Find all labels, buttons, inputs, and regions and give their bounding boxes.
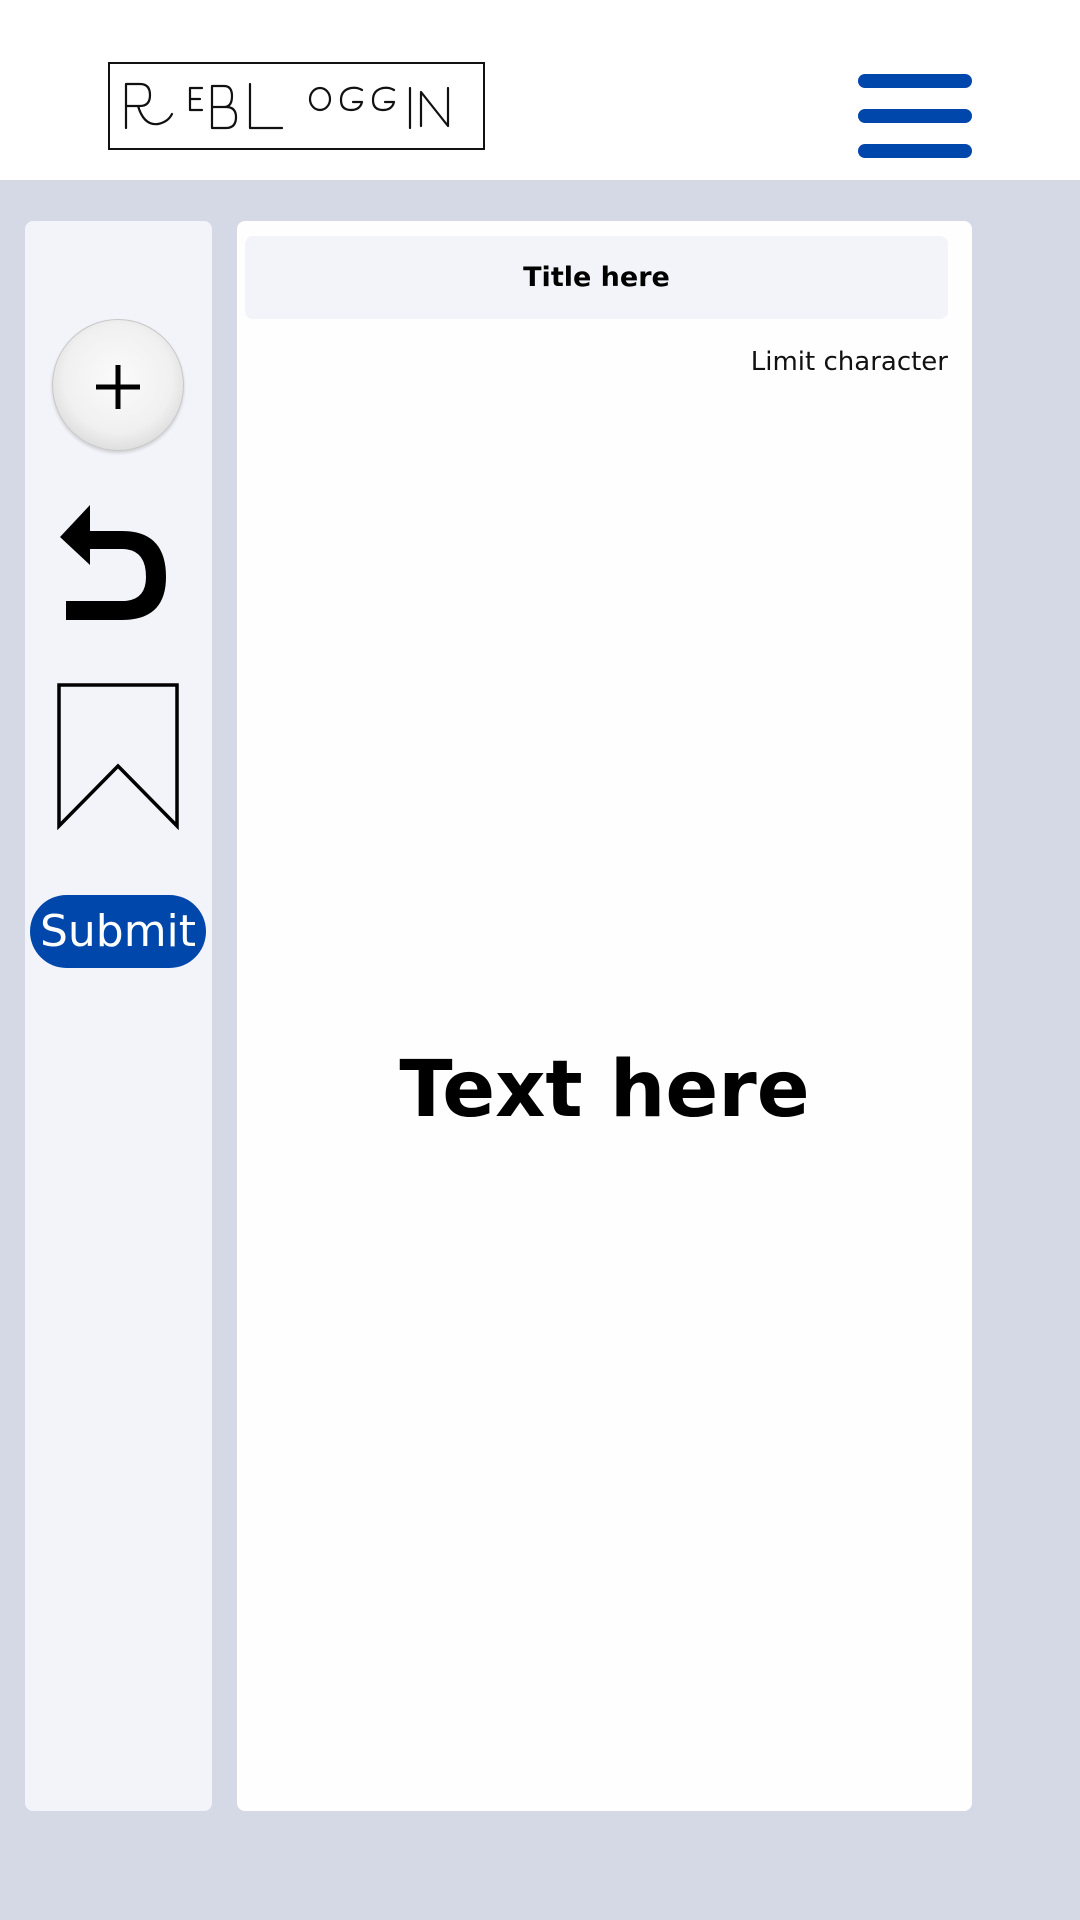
hamburger-menu-icon-bar-bottom <box>858 144 972 158</box>
menu-button[interactable] <box>858 74 972 158</box>
bookmark-button[interactable] <box>56 682 182 831</box>
add-button[interactable] <box>52 319 184 451</box>
tool-sidebar <box>25 221 212 1811</box>
bookmark-icon <box>57 683 179 831</box>
submit-button[interactable]: Submit <box>30 895 206 968</box>
character-limit-label: Limit character <box>750 347 948 377</box>
title-input[interactable]: Title here <box>245 236 948 319</box>
plus-icon <box>96 365 140 409</box>
hamburger-menu-icon-bar-top <box>858 74 972 88</box>
body-text-placeholder: Text here <box>399 1045 810 1135</box>
hamburger-menu-icon-bar-middle <box>858 109 972 123</box>
undo-button[interactable] <box>60 505 178 620</box>
top-bar <box>0 0 1080 180</box>
logo[interactable] <box>108 62 485 150</box>
undo-arrow-icon <box>60 505 166 620</box>
logo-wordmark-icon <box>124 82 450 130</box>
editor-panel: Title here Limit character Text here <box>237 221 972 1811</box>
